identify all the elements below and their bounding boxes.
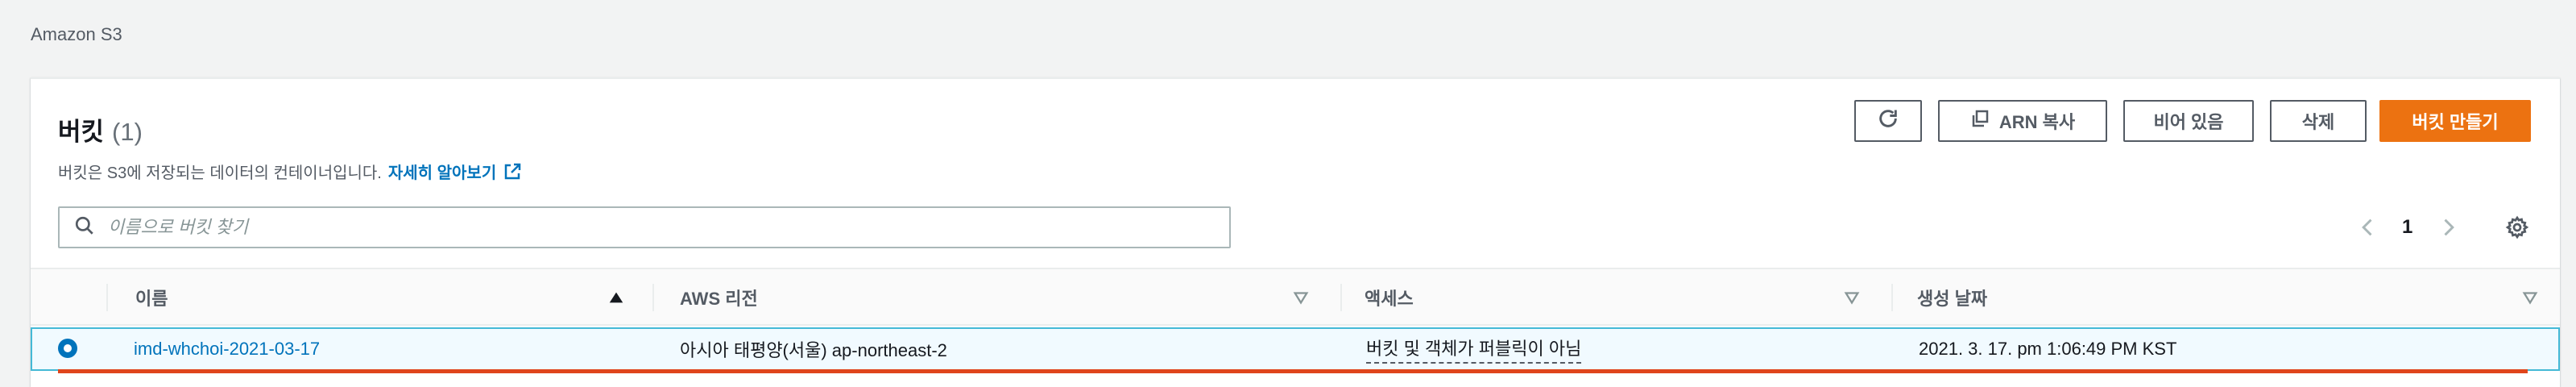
search-input[interactable]: [108, 217, 1229, 238]
row-radio-button[interactable]: [58, 339, 77, 358]
empty-bucket-label: 비어 있음: [2153, 112, 2224, 132]
sort-indicator-icon[interactable]: [2521, 289, 2539, 310]
sort-indicator-icon[interactable]: [1843, 289, 1861, 310]
column-divider: [652, 284, 654, 311]
sort-ascending-icon[interactable]: [607, 289, 625, 310]
description-text: 버킷은 S3에 저장되는 데이터의 컨테이너입니다.: [58, 164, 382, 182]
copy-icon: [1970, 109, 1990, 133]
panel-header: 버킷 (1): [58, 111, 143, 148]
buckets-panel: 버킷 (1) 버킷은 S3에 저장되는 데이터의 컨테이너입니다. 자세히 알아…: [31, 77, 2560, 387]
bucket-count: (1): [112, 118, 143, 146]
create-bucket-label: 버킷 만들기: [2412, 112, 2499, 132]
refresh-icon: [1877, 107, 1899, 135]
created-date-cell: 2021. 3. 17. pm 1:06:49 PM KST: [1919, 339, 2177, 359]
preferences: [2505, 206, 2529, 248]
gear-icon[interactable]: [2505, 215, 2529, 239]
empty-bucket-button[interactable]: 비어 있음: [2123, 100, 2254, 142]
column-divider: [106, 284, 108, 311]
page-number[interactable]: 1: [2402, 216, 2412, 239]
bucket-name-link[interactable]: imd-whchoi-2021-03-17: [134, 339, 320, 360]
refresh-button[interactable]: [1854, 100, 1922, 142]
access-cell: 버킷 및 객체가 퍼블릭이 아님: [1366, 329, 1582, 369]
sort-indicator-icon[interactable]: [1292, 289, 1310, 310]
column-divider: [1891, 284, 1893, 311]
column-header-created[interactable]: 생성 날짜: [1917, 269, 1987, 326]
learn-more-link[interactable]: 자세히 알아보기: [388, 160, 496, 183]
chevron-right-icon[interactable]: [2437, 216, 2459, 239]
copy-arn-label: ARN 복사: [1998, 112, 2076, 132]
delete-label: 삭제: [2301, 112, 2335, 132]
chevron-left-icon[interactable]: [2357, 216, 2379, 239]
column-divider: [1340, 284, 1342, 311]
highlight-underline: [58, 369, 2528, 373]
region-cell: 아시아 태평양(서울) ap-northeast-2: [680, 340, 947, 360]
column-header-region[interactable]: AWS 리전: [680, 269, 758, 326]
table-header: 이름 AWS 리전 액세스 생성 날짜: [31, 268, 2560, 326]
external-link-icon[interactable]: [503, 162, 522, 181]
page-title: 버킷: [58, 118, 105, 146]
table-row[interactable]: imd-whchoi-2021-03-17 아시아 태평양(서울) ap-nor…: [31, 327, 2560, 371]
breadcrumb[interactable]: Amazon S3: [31, 24, 122, 45]
pagination: 1: [2357, 206, 2459, 248]
delete-button[interactable]: 삭제: [2270, 100, 2367, 142]
search-field[interactable]: [58, 206, 1231, 248]
column-header-name[interactable]: 이름: [135, 269, 168, 326]
access-status[interactable]: 버킷 및 객체가 퍼블릭이 아님: [1366, 335, 1582, 364]
copy-arn-button[interactable]: ARN 복사: [1938, 100, 2107, 142]
column-header-access[interactable]: 액세스: [1365, 269, 1414, 326]
panel-description: 버킷은 S3에 저장되는 데이터의 컨테이너입니다. 자세히 알아보기: [58, 160, 522, 183]
search-icon: [74, 215, 95, 240]
bucket-name-cell: imd-whchoi-2021-03-17: [134, 329, 320, 369]
create-bucket-button[interactable]: 버킷 만들기: [2379, 100, 2531, 142]
